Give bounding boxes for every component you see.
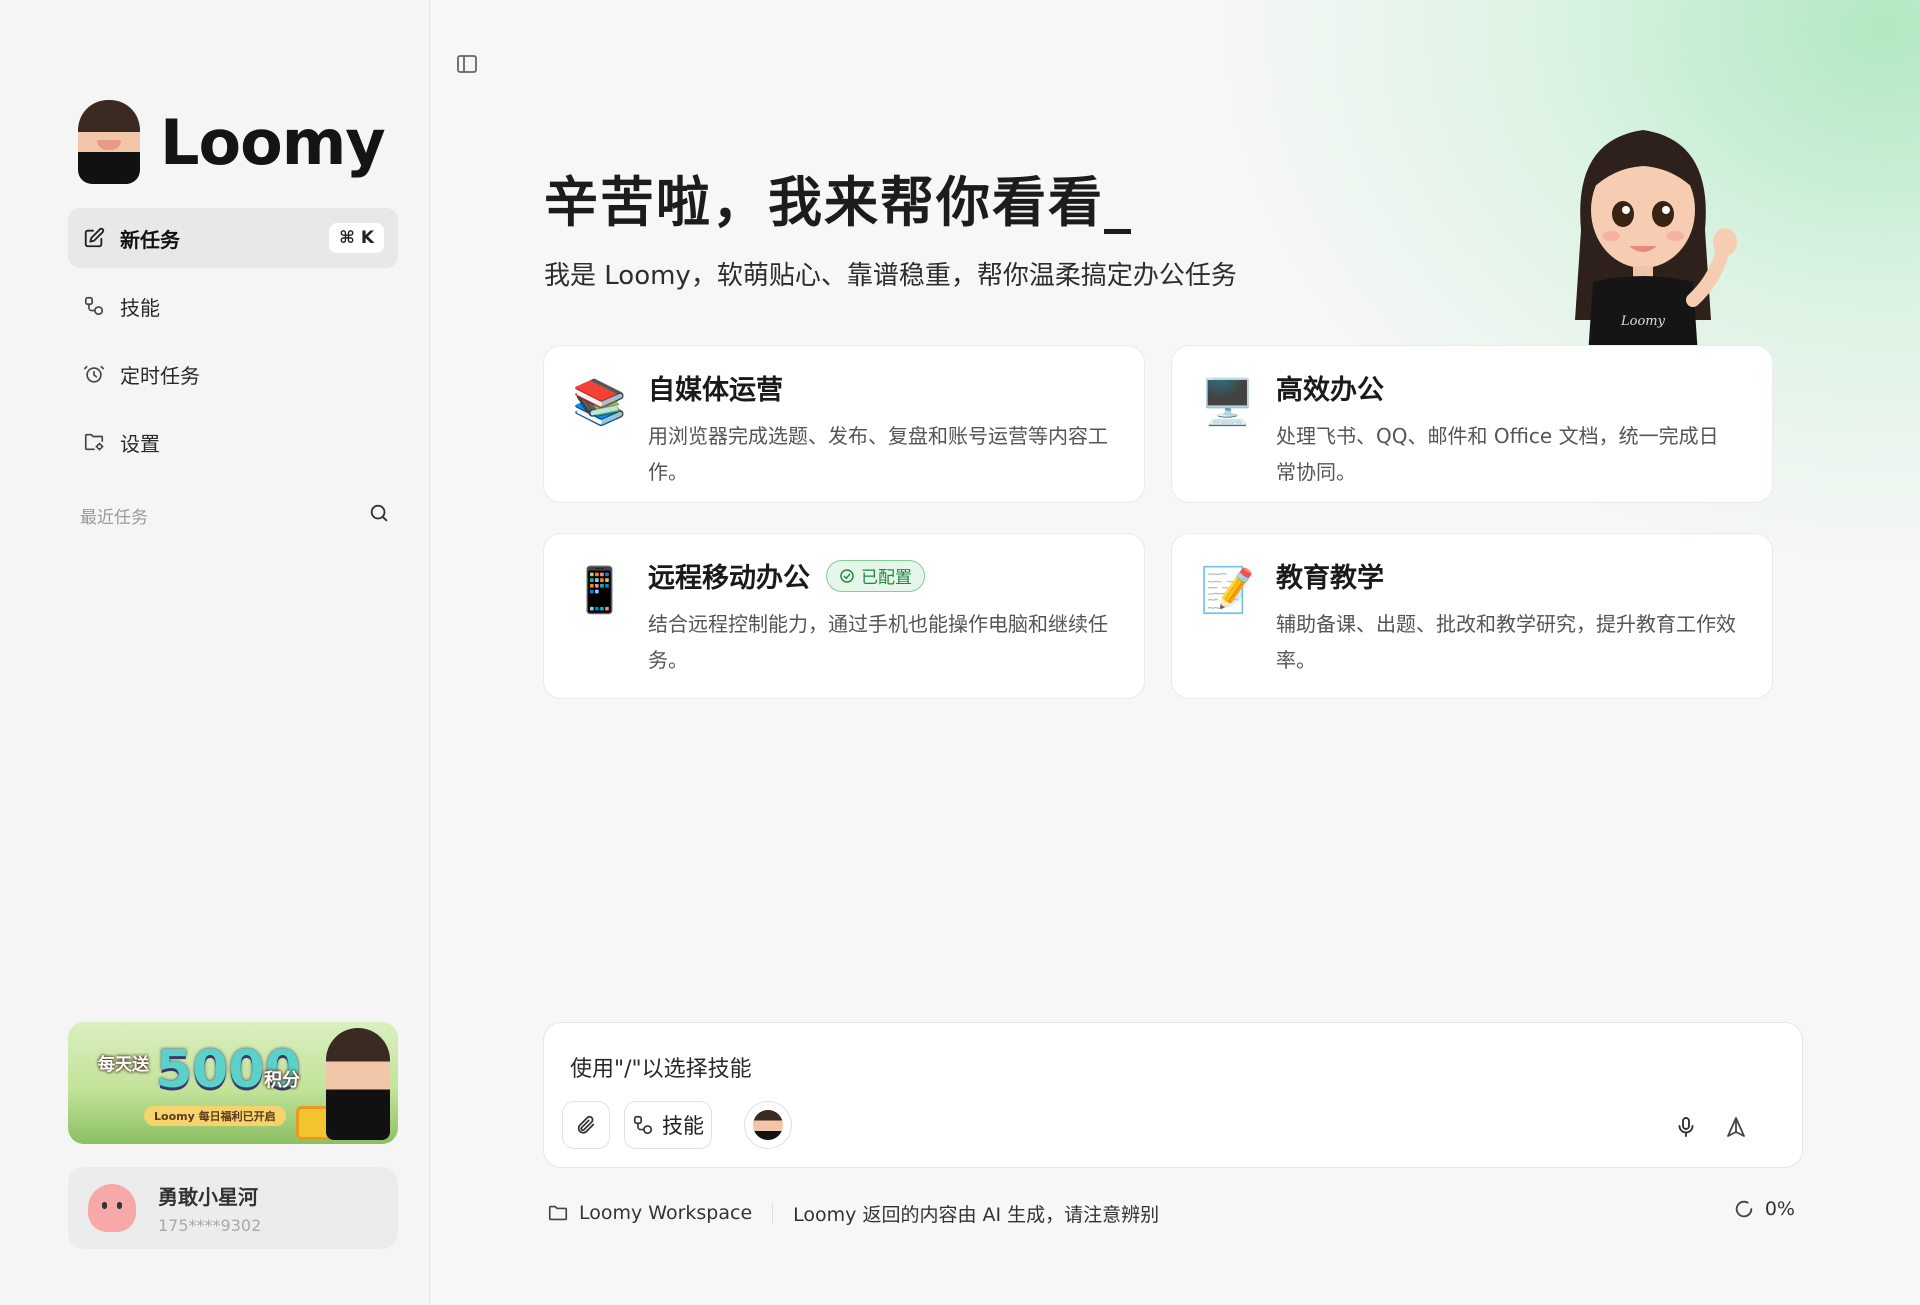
loading-ring-icon [1735,1200,1753,1218]
memo-icon: 📝 [1200,565,1255,616]
promo-banner[interactable]: 每天送 5000 积分 Loomy 每日福利已开启 [68,1022,398,1144]
avatar [88,1184,136,1232]
card-title: 自媒体运营 [648,375,783,406]
books-icon: 📚 [572,377,627,428]
page-subtitle: 我是 Loomy，软萌贴心、靠谱稳重，帮你温柔搞定办公任务 [544,261,1237,291]
progress-value: 0% [1764,1198,1795,1220]
user-profile-card[interactable]: 勇敢小星河 175****9302 [68,1167,398,1249]
sidebar-item-label: 技能 [120,295,160,320]
skills-icon [82,294,106,318]
sidebar-item-skills[interactable]: 技能 [68,276,398,336]
context-progress: 0% [1733,1198,1795,1220]
shortcut-badge: ⌘ K [329,223,384,253]
phone-icon: 📱 [572,565,627,616]
edit-icon [82,226,106,250]
card-title: 教育教学 [1276,563,1384,594]
task-card-media-ops[interactable]: 📚 自媒体运营 用浏览器完成选题、发布、复盘和账号运营等内容工作。 [543,345,1145,503]
app-name: Loomy [160,105,386,179]
recent-tasks-header: 最近任务 [80,500,390,530]
banner-unit: 积分 [264,1070,300,1091]
folder-settings-icon [82,430,106,454]
app-logo: Loomy [78,100,386,184]
sidebar-item-label: 新任务 [120,227,180,252]
card-title: 远程移动办公 [648,563,810,594]
status-badge: 已配置 [826,559,925,592]
desktop-icon: 🖥️ [1200,377,1255,428]
banner-prefix: 每天送 [98,1055,149,1075]
sidebar-toggle-icon[interactable] [455,52,479,76]
send-icon[interactable] [1724,1115,1748,1139]
skills-button[interactable]: 技能 [624,1101,712,1149]
skills-icon [633,1115,653,1135]
alarm-icon [82,362,106,386]
mascot-illustration [326,1028,390,1140]
mascot-avatar-icon [753,1110,783,1140]
status-badge-label: 已配置 [861,568,912,588]
attach-button[interactable] [562,1101,610,1149]
input-placeholder[interactable]: 使用"/"以选择技能 [570,1051,752,1083]
sidebar-item-label: 定时任务 [120,363,200,388]
sidebar-item-settings[interactable]: 设置 [68,412,398,472]
task-card-remote-mobile[interactable]: 📱 远程移动办公 已配置 结合远程控制能力，通过手机也能操作电脑和继续任务。 [543,533,1145,699]
sidebar-item-new-task[interactable]: 新任务 ⌘ K [68,208,398,268]
main-area: 辛苦啦，我来帮你看看_ 我是 Loomy，软萌贴心、靠谱稳重，帮你温柔搞定办公任… [431,0,1920,1305]
sidebar-item-label: 设置 [120,431,160,456]
footer-bar: Loomy Workspace Loomy 返回的内容由 AI 生成，请注意辨别… [547,1198,1803,1228]
chat-input[interactable]: 使用"/"以选择技能 技能 [543,1022,1803,1168]
task-card-education[interactable]: 📝 教育教学 辅助备课、出题、批改和教学研究，提升教育工作效率。 [1171,533,1773,699]
paperclip-icon [577,1115,595,1134]
ai-disclaimer: Loomy 返回的内容由 AI 生成，请注意辨别 [793,1203,1160,1226]
recent-tasks-label: 最近任务 [80,507,148,528]
check-circle-icon [840,568,854,583]
divider [772,1203,774,1223]
mascot-avatar-icon [78,100,140,184]
card-description: 结合远程控制能力，通过手机也能操作电脑和继续任务。 [648,612,1108,672]
folder-icon [548,1205,568,1221]
card-title: 高效办公 [1276,375,1384,406]
task-card-office[interactable]: 🖥️ 高效办公 处理飞书、QQ、邮件和 Office 文档，统一完成日常协同。 [1171,345,1773,503]
card-description: 处理飞书、QQ、邮件和 Office 文档，统一完成日常协同。 [1276,424,1719,484]
card-description: 辅助备课、出题、批改和教学研究，提升教育工作效率。 [1276,612,1736,672]
user-name: 勇敢小星河 [158,1185,258,1209]
workspace-link[interactable]: Loomy Workspace [579,1202,752,1224]
sidebar: Loomy 新任务 ⌘ K 技能 定时任务 设置 最近任务 每天送 5000 积… [0,0,430,1305]
microphone-icon[interactable] [1674,1115,1698,1139]
svg-text:Loomy: Loomy [1620,314,1666,329]
banner-subtitle: Loomy 每日福利已开启 [144,1106,286,1126]
sidebar-item-scheduled-tasks[interactable]: 定时任务 [68,344,398,404]
card-description: 用浏览器完成选题、发布、复盘和账号运营等内容工作。 [648,424,1108,484]
user-phone: 175****9302 [158,1216,262,1235]
search-icon[interactable] [368,502,390,529]
page-title: 辛苦啦，我来帮你看看_ [544,171,1133,234]
agent-avatar-button[interactable] [744,1101,792,1149]
skills-button-label: 技能 [662,1114,704,1138]
